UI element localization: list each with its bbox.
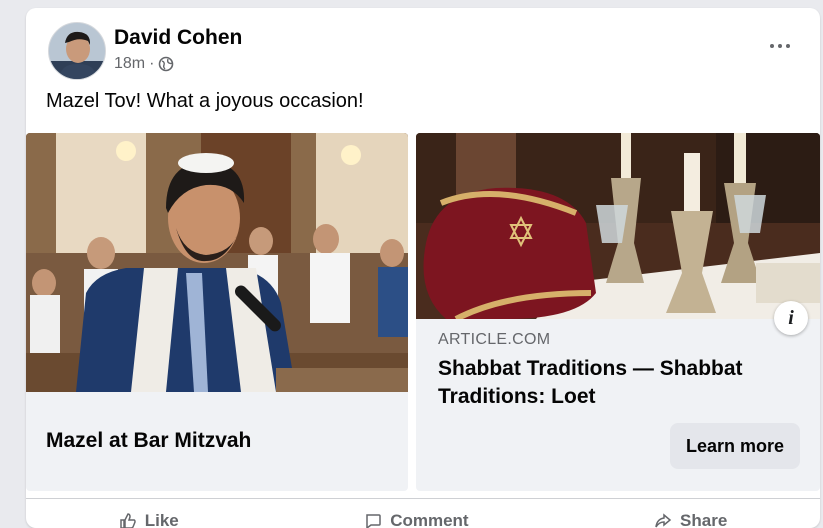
comment-label: Comment bbox=[390, 511, 469, 528]
post-actions-bar: Like Comment Share bbox=[26, 498, 820, 528]
post-meta: 18m · bbox=[114, 55, 174, 73]
comment-icon bbox=[366, 514, 381, 528]
carousel-item-article[interactable]: i ARTICLE.COM Shabbat Traditions — Shabb… bbox=[416, 133, 820, 491]
comment-button[interactable]: Comment bbox=[364, 499, 469, 528]
bar-mitzvah-photo bbox=[26, 133, 408, 392]
carousel-caption[interactable]: Mazel at Bar Mitzvah bbox=[46, 429, 251, 453]
globe-icon bbox=[159, 56, 174, 72]
carousel-item-bar-mitzvah[interactable]: Mazel at Bar Mitzvah bbox=[26, 133, 408, 491]
author-name[interactable]: David Cohen bbox=[114, 26, 242, 50]
meta-separator: · bbox=[149, 55, 155, 72]
more-options-icon[interactable] bbox=[762, 34, 798, 58]
post-timestamp[interactable]: 18m bbox=[114, 55, 145, 73]
share-icon bbox=[655, 513, 672, 528]
shabbat-photo bbox=[416, 133, 820, 319]
author-avatar[interactable] bbox=[48, 22, 106, 80]
link-domain: ARTICLE.COM bbox=[438, 331, 551, 348]
like-button[interactable]: Like bbox=[119, 499, 179, 528]
learn-more-button[interactable]: Learn more bbox=[669, 423, 800, 469]
like-label: Like bbox=[144, 511, 179, 528]
share-button[interactable]: Share bbox=[654, 499, 727, 528]
info-icon[interactable]: i bbox=[774, 301, 808, 335]
link-headline[interactable]: Shabbat Traditions — Shabbat Traditions:… bbox=[438, 355, 808, 411]
like-icon bbox=[119, 513, 136, 528]
post-text: Mazel Tov! What a joyous occasion! bbox=[46, 90, 364, 112]
post-card: David Cohen 18m · Mazel Tov! What a joyo… bbox=[26, 8, 820, 528]
share-label: Share bbox=[680, 511, 728, 528]
